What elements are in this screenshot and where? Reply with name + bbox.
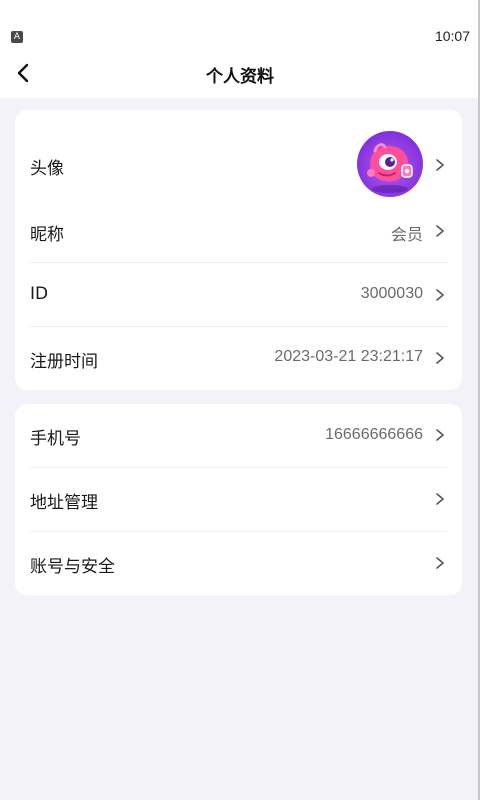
chevron-right-icon (436, 289, 444, 301)
avatar[interactable] (357, 131, 423, 197)
register-time-label: 注册时间 (30, 352, 98, 372)
chevron-right-icon (436, 352, 444, 364)
profile-info-card: 头像 昵称 会员 ID 3000030 注册时间 2023-03-21 23:2… (15, 110, 462, 390)
nickname-row[interactable]: 昵称 会员 (30, 210, 447, 262)
account-security-row[interactable]: 账号与安全 (30, 532, 447, 595)
avatar-row[interactable]: 头像 (30, 120, 447, 210)
top-nav-bar: 个人资料 (0, 48, 480, 98)
avatar-label: 头像 (30, 159, 64, 179)
register-time-row[interactable]: 注册时间 2023-03-21 23:21:17 (30, 327, 447, 390)
chevron-right-icon (436, 225, 444, 237)
address-row[interactable]: 地址管理 (30, 468, 447, 531)
page-title: 个人资料 (206, 67, 274, 87)
chevron-right-icon (436, 159, 444, 171)
phone-label: 手机号 (30, 429, 81, 449)
nickname-label: 昵称 (30, 225, 64, 245)
id-row[interactable]: ID 3000030 (30, 263, 447, 326)
phone-value: 16666666666 (325, 426, 423, 443)
id-value: 3000030 (360, 285, 423, 302)
app-notification-icon: A (11, 31, 23, 43)
address-label: 地址管理 (30, 493, 98, 513)
chevron-right-icon (436, 429, 444, 441)
nickname-value: 会员 (390, 227, 423, 244)
account-card: 手机号 16666666666 地址管理 账号与安全 (15, 404, 462, 595)
mascot-avatar-icon (367, 143, 413, 193)
status-time: 10:07 (434, 28, 470, 44)
phone-row[interactable]: 手机号 16666666666 (30, 404, 447, 467)
account-security-label: 账号与安全 (30, 557, 115, 577)
status-bar: A 10:07 (0, 0, 480, 48)
register-time-value: 2023-03-21 23:21:17 (274, 348, 423, 365)
id-label: ID (30, 284, 49, 304)
chevron-right-icon (436, 493, 444, 505)
chevron-right-icon (436, 557, 444, 569)
